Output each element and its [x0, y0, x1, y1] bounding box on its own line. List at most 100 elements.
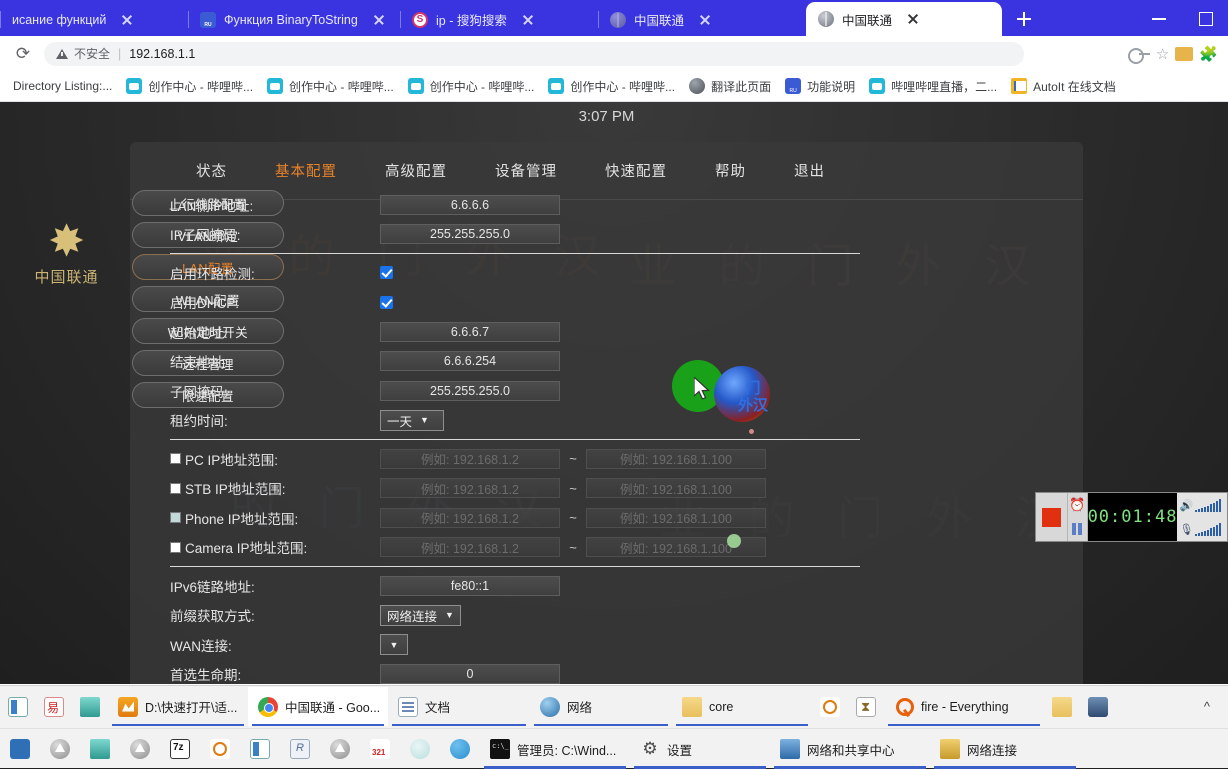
reload-icon[interactable]: ⟳ — [10, 41, 36, 67]
prefix-mode-select[interactable]: 网络连接 ▼ — [380, 604, 461, 626]
taskbar-item-network[interactable]: 网络 — [530, 687, 672, 726]
taskbar-item-7zip[interactable] — [160, 730, 200, 769]
bookmark-item[interactable]: 哔哩哔哩直播，二... — [862, 75, 1004, 98]
bookmark-item[interactable]: AutoIt 在线文档 — [1004, 75, 1123, 98]
start-address-input[interactable]: 6.6.6.7 — [380, 321, 560, 342]
nav-quick-config[interactable]: 快速配置 — [605, 160, 667, 181]
close-icon[interactable] — [904, 10, 922, 28]
chevron-up-icon[interactable]: ^ — [1204, 699, 1210, 714]
form-row-wan-connection: WAN连接: ▼ — [170, 630, 930, 660]
bookmark-label: 创作中心 - 哔哩哔... — [148, 79, 254, 94]
bookmark-item[interactable]: 功能说明 — [778, 75, 862, 98]
phone-ip-range-from-input[interactable]: 例如: 192.168.1.2 — [380, 507, 560, 528]
preferred-lifetime-input[interactable]: 0 — [380, 664, 560, 685]
taskbar-item-folder-small[interactable] — [1044, 687, 1080, 726]
taskbar-item-cmd[interactable]: 管理员: C:\Wind... — [480, 730, 630, 769]
taskbar-item-chrome[interactable]: 中国联通 - Goo... — [248, 687, 388, 726]
key-icon[interactable] — [1127, 47, 1150, 64]
taskbar-item-media-player-1[interactable] — [40, 730, 80, 769]
dhcp-checkbox[interactable] — [380, 295, 393, 309]
maximize-icon[interactable] — [1182, 0, 1228, 36]
taskbar-item-taskview[interactable] — [0, 687, 36, 726]
lease-time-select[interactable]: 一天 ▼ — [380, 409, 444, 431]
stb-ip-range-from-input[interactable]: 例如: 192.168.1.2 — [380, 478, 560, 499]
bookmark-item[interactable]: 创作中心 - 哔哩哔... — [119, 75, 260, 98]
taskbar-item-documents[interactable]: 文档 — [388, 687, 530, 726]
alarm-clock-icon[interactable]: ⏰ — [1068, 493, 1086, 517]
taskbar-item-telegram[interactable] — [440, 730, 480, 769]
taskbar-item-hourglass[interactable] — [848, 687, 884, 726]
recorder-pause-button[interactable] — [1068, 517, 1086, 541]
close-icon[interactable] — [696, 11, 714, 29]
taskbar-item-everything[interactable]: fire - Everything — [884, 687, 1044, 726]
pc-ip-range-to-input[interactable]: 例如: 192.168.1.100 — [586, 448, 766, 469]
taskbar-item-explorer-folder[interactable]: D:\快速打开\适... — [108, 687, 248, 726]
nav-basic-config[interactable]: 基本配置 — [275, 160, 337, 181]
phone-ip-range-to-input[interactable]: 例如: 192.168.1.100 — [586, 507, 766, 528]
browser-tab-4-active[interactable]: 中国联通 — [806, 2, 1002, 36]
dhcp-mask-input[interactable]: 255.255.255.0 — [380, 380, 560, 401]
browser-tab-1[interactable]: Функция BinaryToString — [188, 3, 400, 36]
taskbar-item-notepad[interactable] — [80, 730, 120, 769]
subnet-mask-input[interactable]: 255.255.255.0 — [380, 224, 560, 245]
bookmark-item[interactable]: 翻译此页面 — [682, 75, 778, 98]
taskbar-item-snipping[interactable] — [200, 730, 240, 769]
stb-ip-range-checkbox[interactable] — [170, 482, 181, 494]
microphone-level-row[interactable]: 🎙 — [1177, 517, 1227, 541]
cat-extension-icon[interactable] — [1175, 46, 1194, 61]
taskbar-item-network-share[interactable]: 网络和共享中心 — [770, 730, 930, 769]
recorder-level-meters: 🔊 🎙 — [1177, 493, 1227, 541]
wan-connection-select[interactable]: ▼ — [380, 634, 408, 656]
taskbar-item-network-connections[interactable]: 网络连接 — [930, 730, 1080, 769]
bookmark-label: 哔哩哔哩直播，二... — [891, 79, 998, 94]
taskbar-item-revo[interactable] — [280, 730, 320, 769]
bookmark-item[interactable]: Directory Listing:... — [6, 76, 119, 96]
ipv6-link-input[interactable]: fe80::1 — [380, 575, 560, 596]
taskbar-item-core-folder[interactable]: core — [672, 687, 812, 726]
taskbar-item-image-viewer[interactable] — [1080, 687, 1116, 726]
stb-ip-range-to-input[interactable]: 例如: 192.168.1.100 — [586, 478, 766, 499]
browser-tab-3[interactable]: 中国联通 — [598, 3, 806, 36]
bookmark-item[interactable]: 创作中心 - 哔哩哔... — [260, 75, 401, 98]
close-icon[interactable] — [370, 11, 388, 29]
new-tab-button[interactable] — [1010, 5, 1038, 33]
camera-ip-range-from-input[interactable]: 例如: 192.168.1.2 — [380, 537, 560, 558]
taskbar-item-calendar-321[interactable] — [360, 730, 400, 769]
end-address-input[interactable]: 6.6.6.254 — [380, 351, 560, 372]
close-icon[interactable] — [519, 11, 537, 29]
taskbar-item-media-player-2[interactable] — [120, 730, 160, 769]
phone-ip-range-checkbox[interactable] — [170, 512, 181, 524]
taskbar-item-teal-app[interactable] — [72, 687, 108, 726]
screen-recorder-widget[interactable]: ⏰ 00:01:48 🔊 🎙 — [1035, 492, 1228, 542]
recorder-stop-button[interactable] — [1036, 493, 1069, 541]
address-bar[interactable]: 不安全 | 192.168.1.1 — [44, 41, 1024, 66]
taskbar-item-settings[interactable]: ⚙ 设置 — [630, 730, 770, 769]
nav-advanced-config[interactable]: 高级配置 — [385, 160, 447, 181]
taskbar-item-panel[interactable] — [240, 730, 280, 769]
pc-ip-range-checkbox[interactable] — [170, 453, 181, 465]
star-icon[interactable]: ☆ — [1156, 45, 1169, 63]
camera-ip-range-checkbox[interactable] — [170, 541, 181, 553]
nav-device-management[interactable]: 设备管理 — [495, 160, 557, 181]
taskbar-item-search-file[interactable] — [812, 687, 848, 726]
pc-ip-range-from-input[interactable]: 例如: 192.168.1.2 — [380, 448, 560, 469]
taskbar-item-atom[interactable] — [400, 730, 440, 769]
nav-status[interactable]: 状态 — [196, 160, 227, 181]
speaker-level-row[interactable]: 🔊 — [1177, 493, 1227, 517]
taskbar-item-user-app[interactable] — [0, 730, 40, 769]
close-icon[interactable] — [118, 11, 136, 29]
lan-ip-input[interactable]: 6.6.6.6 — [380, 194, 560, 215]
minimize-icon[interactable] — [1136, 0, 1182, 36]
range-separator: ~ — [569, 510, 577, 526]
taskbar-item-red-seal[interactable] — [36, 687, 72, 726]
bookmark-item[interactable]: 创作中心 - 哔哩哔... — [401, 75, 542, 98]
puzzle-icon[interactable]: 🧩 — [1199, 45, 1218, 63]
browser-tab-2[interactable]: ip - 搜狗搜索 — [400, 3, 598, 36]
nav-logout[interactable]: 退出 — [794, 160, 825, 181]
taskbar-item-media-player-3[interactable] — [320, 730, 360, 769]
browser-tab-0[interactable]: исание функций — [0, 3, 188, 36]
bookmark-item[interactable]: 创作中心 - 哔哩哔... — [541, 75, 682, 98]
nav-help[interactable]: 帮助 — [715, 160, 746, 181]
taskbar-item-label: 文档 — [425, 701, 451, 715]
loop-detect-checkbox[interactable] — [380, 266, 393, 280]
